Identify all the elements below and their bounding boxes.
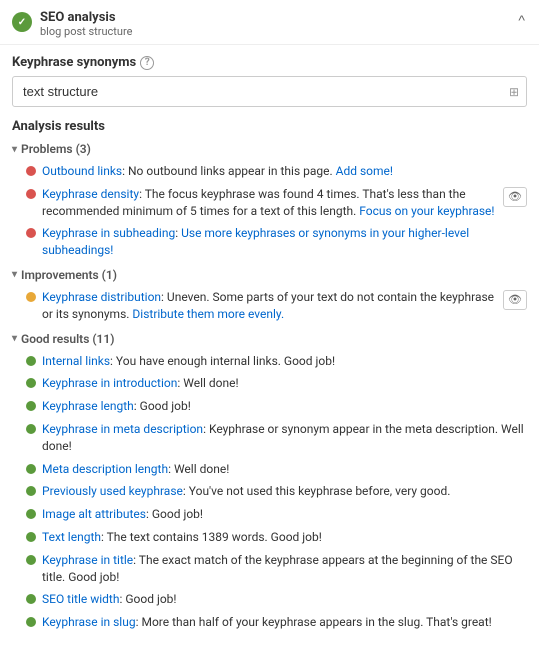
- problems-header[interactable]: ▾ Problems (3): [12, 142, 527, 156]
- result-text: Keyphrase in title: The exact match of t…: [42, 552, 527, 586]
- eye-button[interactable]: 👁: [503, 290, 527, 310]
- status-dot-green: [26, 464, 36, 474]
- input-wrapper: ⊞: [12, 76, 527, 107]
- keyphrase-distribution-link[interactable]: Keyphrase distribution: [42, 290, 161, 304]
- result-text: Keyphrase distribution: Uneven. Some par…: [42, 289, 497, 323]
- keyphrase-input[interactable]: [12, 76, 527, 107]
- good-results-chevron: ▾: [12, 333, 17, 344]
- status-dot-green: [26, 594, 36, 604]
- list-item: Keyphrase in title: The exact match of t…: [12, 549, 527, 589]
- help-icon[interactable]: ?: [140, 56, 154, 70]
- result-text: Meta description length: Well done!: [42, 461, 527, 478]
- distribute-link[interactable]: Distribute them more evenly.: [132, 307, 284, 321]
- good-results-header[interactable]: ▾ Good results (11): [12, 332, 527, 346]
- list-item: Keyphrase density: The focus keyphrase w…: [12, 183, 527, 223]
- status-dot-green: [26, 378, 36, 388]
- image-alt-attributes-link[interactable]: Image alt attributes: [42, 507, 146, 521]
- good-results-label: Good results (11): [21, 332, 114, 346]
- keyphrase-label-text: Keyphrase synonyms: [12, 55, 136, 70]
- list-item: Meta description length: Well done!: [12, 458, 527, 481]
- keyphrase-meta-description-link[interactable]: Keyphrase in meta description: [42, 422, 203, 436]
- improvements-label: Improvements (1): [21, 268, 117, 282]
- status-dot-green: [26, 509, 36, 519]
- seo-title-width-link[interactable]: SEO title width: [42, 592, 119, 606]
- result-text: Keyphrase density: The focus keyphrase w…: [42, 186, 497, 220]
- panel-title: SEO analysis: [40, 10, 132, 25]
- improvements-header[interactable]: ▾ Improvements (1): [12, 268, 527, 282]
- analysis-title: Analysis results: [12, 119, 527, 134]
- status-dot-red: [26, 189, 36, 199]
- list-item: SEO title width: Good job!: [12, 588, 527, 611]
- seo-panel: ✓ SEO analysis blog post structure ^ Key…: [0, 0, 539, 650]
- status-dot-green: [26, 532, 36, 542]
- meta-description-length-link[interactable]: Meta description length: [42, 462, 168, 476]
- panel-header: ✓ SEO analysis blog post structure ^: [0, 0, 539, 45]
- list-item: Keyphrase in slug: More than half of you…: [12, 611, 527, 634]
- keyphrase-slug-link[interactable]: Keyphrase in slug: [42, 615, 136, 629]
- status-dot-green: [26, 401, 36, 411]
- keyphrase-title-link[interactable]: Keyphrase in title: [42, 553, 133, 567]
- focus-keyphrase-link[interactable]: Focus on your keyphrase!: [359, 204, 494, 218]
- result-text: Keyphrase in introduction: Well done!: [42, 375, 527, 392]
- result-text: Keyphrase in meta description: Keyphrase…: [42, 421, 527, 455]
- status-dot-green: [26, 356, 36, 366]
- status-dot-green: [26, 617, 36, 627]
- keyphrase-introduction-link[interactable]: Keyphrase in introduction: [42, 376, 177, 390]
- add-some-link[interactable]: Add some!: [336, 164, 393, 178]
- status-dot-orange: [26, 292, 36, 302]
- list-item: Image alt attributes: Good job!: [12, 503, 527, 526]
- keyphrase-density-link[interactable]: Keyphrase density: [42, 187, 139, 201]
- list-item: Keyphrase in subheading: Use more keyphr…: [12, 222, 527, 262]
- seo-icon: ✓: [12, 12, 32, 32]
- header-text: SEO analysis blog post structure: [40, 10, 132, 38]
- panel-subtitle: blog post structure: [40, 25, 132, 38]
- list-item: Text length: The text contains 1389 word…: [12, 526, 527, 549]
- result-text: Keyphrase length: Good job!: [42, 398, 527, 415]
- keyphrase-label: Keyphrase synonyms ?: [12, 55, 527, 70]
- result-text: Keyphrase in slug: More than half of you…: [42, 614, 527, 631]
- problems-group: ▾ Problems (3) Outbound links: No outbou…: [12, 142, 527, 262]
- result-text: Previously used keyphrase: You've not us…: [42, 483, 527, 500]
- status-dot-green: [26, 424, 36, 434]
- keyphrase-length-link[interactable]: Keyphrase length: [42, 399, 134, 413]
- status-dot-red: [26, 228, 36, 238]
- input-clear-icon: ⊞: [509, 85, 519, 99]
- result-text: Internal links: You have enough internal…: [42, 353, 527, 370]
- result-text: Outbound links: No outbound links appear…: [42, 163, 527, 180]
- eye-button[interactable]: 👁: [503, 187, 527, 207]
- keyphrase-section: Keyphrase synonyms ? ⊞ Analysis results …: [0, 45, 539, 650]
- outbound-links-link[interactable]: Outbound links: [42, 164, 122, 178]
- status-dot-green: [26, 555, 36, 565]
- list-item: Keyphrase in introduction: Well done!: [12, 372, 527, 395]
- good-results-group: ▾ Good results (11) Internal links: You …: [12, 332, 527, 634]
- improvements-chevron: ▾: [12, 269, 17, 280]
- problems-label: Problems (3): [21, 142, 91, 156]
- header-left: ✓ SEO analysis blog post structure: [12, 10, 132, 38]
- list-item: Internal links: You have enough internal…: [12, 350, 527, 373]
- list-item: Keyphrase length: Good job!: [12, 395, 527, 418]
- list-item: Keyphrase distribution: Uneven. Some par…: [12, 286, 527, 326]
- collapse-button[interactable]: ^: [516, 10, 527, 30]
- keyphrase-subheading-link[interactable]: Keyphrase in subheading: [42, 226, 175, 240]
- result-text: Image alt attributes: Good job!: [42, 506, 527, 523]
- status-dot-red: [26, 166, 36, 176]
- internal-links-link[interactable]: Internal links: [42, 354, 110, 368]
- improvements-group: ▾ Improvements (1) Keyphrase distributio…: [12, 268, 527, 326]
- text-length-link[interactable]: Text length: [42, 530, 101, 544]
- problems-chevron: ▾: [12, 144, 17, 155]
- previously-used-keyphrase-link[interactable]: Previously used keyphrase: [42, 484, 183, 498]
- list-item: Previously used keyphrase: You've not us…: [12, 480, 527, 503]
- list-item: Keyphrase in meta description: Keyphrase…: [12, 418, 527, 458]
- list-item: Outbound links: No outbound links appear…: [12, 160, 527, 183]
- result-text: Text length: The text contains 1389 word…: [42, 529, 527, 546]
- result-text: Keyphrase in subheading: Use more keyphr…: [42, 225, 527, 259]
- status-dot-green: [26, 486, 36, 496]
- result-text: SEO title width: Good job!: [42, 591, 527, 608]
